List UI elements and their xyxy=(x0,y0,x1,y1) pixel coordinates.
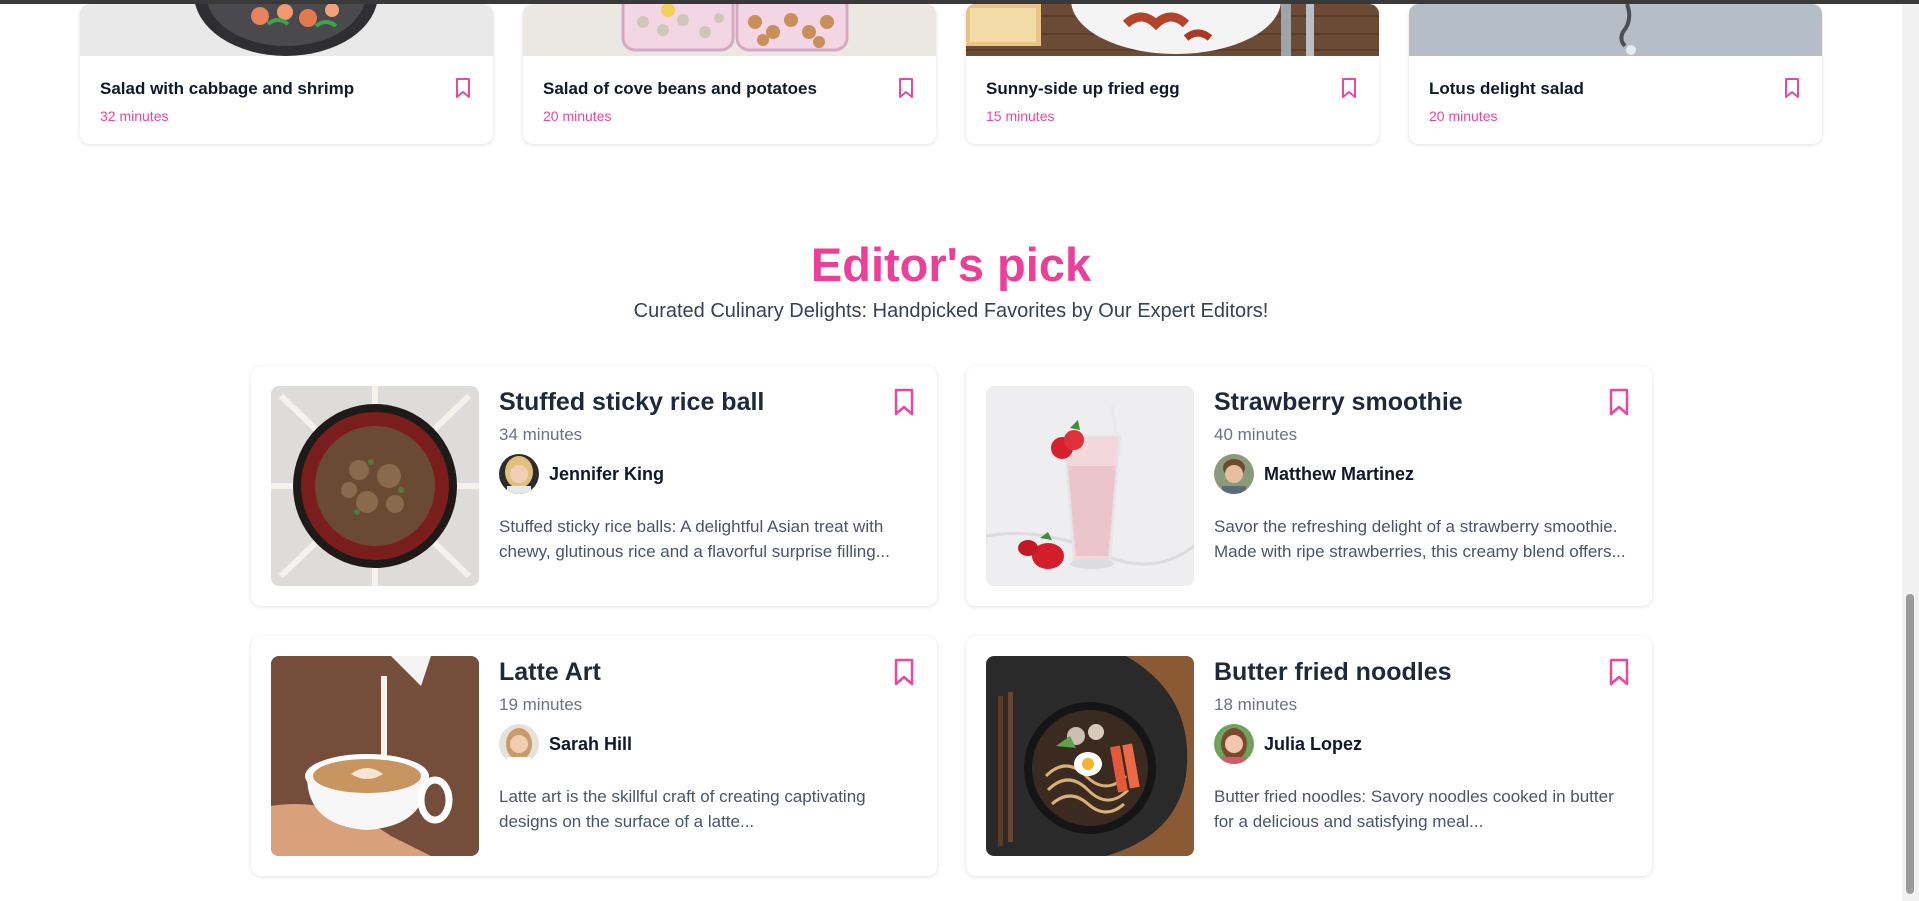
recipe-time: 32 minutes xyxy=(100,108,169,124)
bookmark-icon[interactable] xyxy=(455,77,471,99)
bookmark-icon[interactable] xyxy=(1608,658,1630,686)
avatar xyxy=(1214,724,1254,764)
pick-title[interactable]: Stuffed sticky rice ball xyxy=(499,388,764,417)
pick-card[interactable]: Butter fried noodles 18 minutes Julia Lo… xyxy=(966,636,1652,876)
pick-title[interactable]: Butter fried noodles xyxy=(1214,658,1452,687)
recipe-photo-beans-salad xyxy=(523,4,936,56)
pick-card[interactable]: Strawberry smoothie 40 minutes Matthew M… xyxy=(966,366,1652,606)
author[interactable]: Sarah Hill xyxy=(499,724,632,764)
bookmark-icon[interactable] xyxy=(1784,77,1800,99)
pick-title[interactable]: Strawberry smoothie xyxy=(1214,388,1463,417)
bookmark-icon[interactable] xyxy=(1341,77,1357,99)
pick-description: Stuffed sticky rice balls: A delightful … xyxy=(499,517,890,561)
recipe-card[interactable]: Salad of cove beans and potatoes 20 minu… xyxy=(523,4,936,144)
bookmark-icon[interactable] xyxy=(893,388,915,416)
recipe-photo-fried-egg xyxy=(966,4,1379,56)
recipe-time: 15 minutes xyxy=(986,108,1055,124)
section-title: Editor's pick xyxy=(810,238,1092,291)
recipe-card[interactable]: Sunny-side up fried egg 15 minutes xyxy=(966,4,1379,144)
recipe-title[interactable]: Sunny-side up fried egg xyxy=(986,79,1180,99)
pick-card[interactable]: Latte Art 19 minutes Sarah Hill Latte ar… xyxy=(251,636,937,876)
author-name: Matthew Martinez xyxy=(1264,463,1415,484)
pick-time: 19 minutes xyxy=(499,695,583,714)
pick-time: 40 minutes xyxy=(1214,425,1298,444)
author-name: Sarah Hill xyxy=(549,733,633,754)
pick-description: Savor the refreshing delight of a strawb… xyxy=(1214,517,1626,561)
bookmark-icon[interactable] xyxy=(898,77,914,99)
pick-photo-latte-art xyxy=(271,656,479,856)
pick-photo-strawberry-smoothie xyxy=(986,386,1194,586)
bookmark-icon[interactable] xyxy=(893,658,915,686)
author-name: Jennifer King xyxy=(549,463,665,484)
avatar xyxy=(499,724,539,764)
author[interactable]: Jennifer King xyxy=(499,454,664,494)
author-name: Julia Lopez xyxy=(1264,733,1363,754)
pick-description: Latte art is the skillful craft of creat… xyxy=(499,787,866,831)
pick-photo-rice-ball xyxy=(271,386,479,586)
recipe-card[interactable]: Salad with cabbage and shrimp 32 minutes xyxy=(80,4,493,144)
recipe-title[interactable]: Lotus delight salad xyxy=(1429,79,1584,99)
section-subtitle: Curated Culinary Delights: Handpicked Fa… xyxy=(633,300,1269,322)
pick-time: 18 minutes xyxy=(1214,695,1298,714)
pick-title[interactable]: Latte Art xyxy=(499,658,601,687)
scrollbar-thumb[interactable] xyxy=(1906,594,1914,894)
avatar xyxy=(499,454,539,494)
bookmark-icon[interactable] xyxy=(1608,388,1630,416)
pick-description: Butter fried noodles: Savory noodles coo… xyxy=(1214,787,1614,831)
pick-card[interactable]: Stuffed sticky rice ball 34 minutes Jenn… xyxy=(251,366,937,606)
pick-time: 34 minutes xyxy=(499,425,583,444)
recipe-time: 20 minutes xyxy=(543,108,612,124)
recipe-photo-lotus-salad xyxy=(1409,4,1822,56)
author[interactable]: Julia Lopez xyxy=(1214,724,1362,764)
pick-photo-butter-noodles xyxy=(986,656,1194,856)
recipe-title[interactable]: Salad with cabbage and shrimp xyxy=(100,79,354,99)
avatar xyxy=(1214,454,1254,494)
recipe-title[interactable]: Salad of cove beans and potatoes xyxy=(543,79,817,99)
recipe-time: 20 minutes xyxy=(1429,108,1498,124)
author[interactable]: Matthew Martinez xyxy=(1214,454,1414,494)
recipe-card[interactable]: Lotus delight salad 20 minutes xyxy=(1409,4,1822,144)
recipe-photo-shrimp-salad xyxy=(80,4,493,56)
